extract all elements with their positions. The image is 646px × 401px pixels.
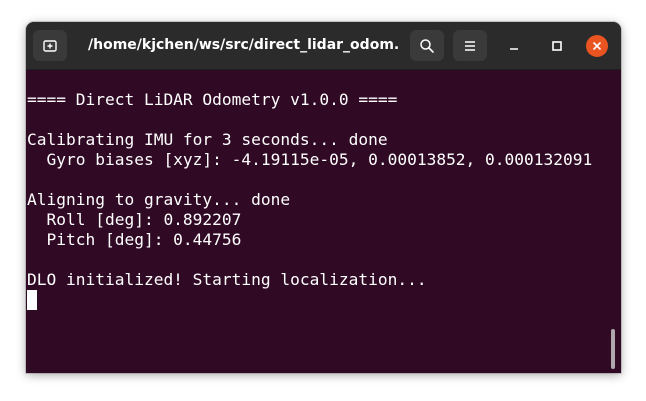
terminal-line: Pitch [deg]: 0.44756 <box>27 230 242 249</box>
terminal-output[interactable]: ==== Direct LiDAR Odometry v1.0.0 ==== C… <box>26 70 621 373</box>
terminal-line: ==== Direct LiDAR Odometry v1.0.0 ==== <box>27 90 398 109</box>
window-title: /home/kjchen/ws/src/direct_lidar_odom... <box>88 37 398 53</box>
minimize-button[interactable] <box>503 35 525 57</box>
scrollbar-thumb[interactable] <box>611 329 615 369</box>
close-icon <box>593 42 601 50</box>
close-button[interactable] <box>586 35 608 57</box>
text-cursor <box>27 290 37 310</box>
title-bar: /home/kjchen/ws/src/direct_lidar_odom... <box>26 22 621 70</box>
hamburger-menu-icon <box>465 40 475 51</box>
maximize-icon <box>552 41 562 51</box>
new-tab-icon <box>43 39 57 52</box>
menu-button[interactable] <box>453 30 487 61</box>
search-icon <box>420 38 434 53</box>
new-tab-button[interactable] <box>33 30 67 61</box>
search-button[interactable] <box>410 30 444 61</box>
terminal-line: Aligning to gravity... done <box>27 190 291 209</box>
minimize-icon <box>510 48 518 50</box>
terminal-line: DLO initialized! Starting localization..… <box>27 270 427 289</box>
maximize-button[interactable] <box>546 35 568 57</box>
terminal-line: Gyro biases [xyz]: -4.19115e-05, 0.00013… <box>27 150 593 169</box>
terminal-line: Roll [deg]: 0.892207 <box>27 210 242 229</box>
terminal-window: /home/kjchen/ws/src/direct_lidar_odom... <box>26 22 621 373</box>
terminal-line: Calibrating IMU for 3 seconds... done <box>27 130 388 149</box>
